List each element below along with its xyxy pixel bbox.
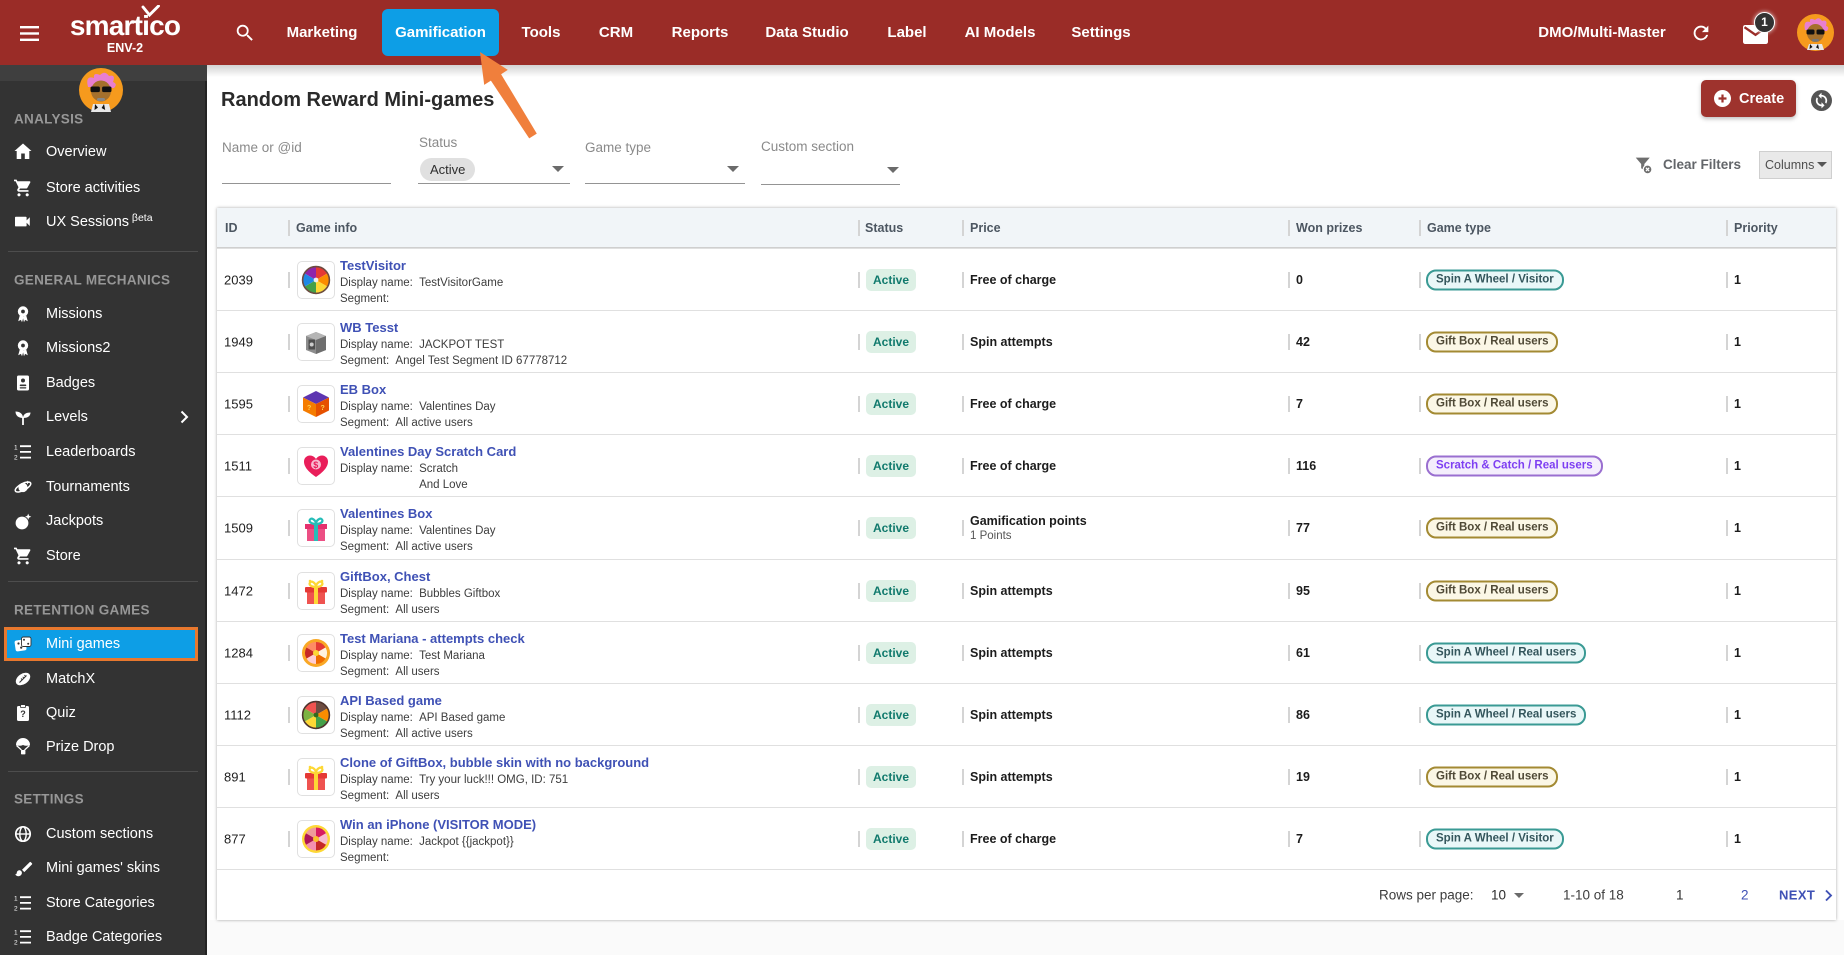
svg-text:$: $ — [313, 460, 318, 470]
svg-text:?: ? — [321, 405, 325, 412]
svg-text:1: 1 — [14, 929, 18, 936]
svg-text:2: 2 — [14, 939, 18, 946]
svg-text:?: ? — [307, 405, 311, 412]
svg-text:2: 2 — [14, 454, 18, 461]
svg-text:1: 1 — [14, 895, 18, 902]
svg-text:?: ? — [20, 709, 26, 719]
svg-text:2: 2 — [14, 905, 18, 912]
svg-text:1: 1 — [14, 444, 18, 451]
